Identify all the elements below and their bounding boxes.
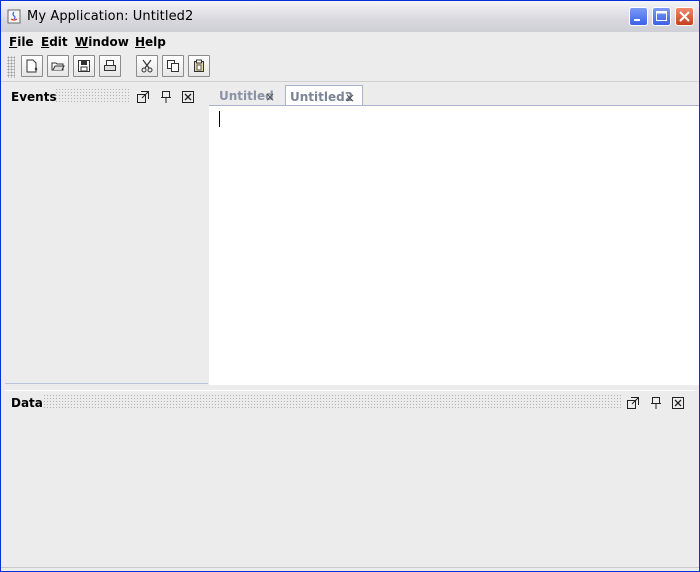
- editor-area: Untitled × Untitled2 ×: [209, 85, 699, 385]
- text-editor[interactable]: [209, 106, 699, 385]
- text-caret: [219, 111, 220, 127]
- close-icon[interactable]: [181, 89, 195, 103]
- window-title: My Application: Untitled2: [27, 9, 194, 24]
- java-app-icon: [7, 9, 21, 24]
- tab-label: Untitled2: [290, 90, 354, 104]
- copy-button[interactable]: [162, 55, 184, 77]
- events-panel-header[interactable]: Events: [5, 85, 208, 107]
- new-button[interactable]: [21, 55, 43, 77]
- open-folder-icon: [51, 62, 65, 71]
- copy-icon: [167, 60, 179, 72]
- close-icon[interactable]: [671, 395, 685, 409]
- open-button[interactable]: [47, 55, 69, 77]
- data-drag-handle[interactable]: [43, 394, 621, 410]
- maximize-button[interactable]: [652, 7, 671, 26]
- events-panel-divider: [5, 383, 208, 384]
- events-panel: Events: [5, 85, 208, 385]
- paste-button[interactable]: [188, 55, 210, 77]
- minimize-icon: [634, 19, 640, 21]
- save-icon: [78, 60, 90, 72]
- new-document-icon: [26, 59, 38, 73]
- events-drag-handle[interactable]: [55, 88, 130, 104]
- minimize-button[interactable]: [629, 7, 648, 26]
- tab-untitled[interactable]: Untitled ×: [209, 85, 285, 106]
- title-bar[interactable]: My Application: Untitled2: [1, 1, 699, 33]
- menu-file[interactable]: File: [9, 35, 34, 49]
- maximize-icon: [656, 11, 667, 21]
- toolbar: [1, 53, 699, 82]
- menu-bar: File Edit Window Help: [1, 32, 699, 53]
- pin-icon[interactable]: [649, 395, 663, 409]
- menu-help[interactable]: Help: [135, 35, 166, 49]
- print-button[interactable]: [99, 55, 121, 77]
- print-icon: [104, 60, 116, 71]
- tab-close-icon[interactable]: ×: [345, 91, 355, 105]
- toolbar-grip[interactable]: [7, 56, 15, 78]
- window-bottom-edge: [1, 567, 699, 571]
- data-panel-header[interactable]: Data: [5, 391, 695, 413]
- tab-untitled2[interactable]: Untitled2 ×: [285, 85, 363, 106]
- pin-icon[interactable]: [159, 89, 173, 103]
- close-icon: [679, 11, 690, 22]
- events-panel-title: Events: [11, 90, 57, 104]
- menu-edit[interactable]: Edit: [41, 35, 68, 49]
- close-window-button[interactable]: [675, 7, 694, 26]
- save-button[interactable]: [73, 55, 95, 77]
- paste-icon: [194, 59, 204, 72]
- menu-window[interactable]: Window: [75, 35, 129, 49]
- data-panel: Data: [5, 390, 695, 569]
- cut-icon: [141, 59, 153, 73]
- application-window: My Application: Untitled2 File Edit Wind…: [0, 0, 700, 572]
- restore-icon[interactable]: [626, 395, 640, 409]
- data-panel-title: Data: [11, 396, 43, 410]
- cut-button[interactable]: [136, 55, 158, 77]
- restore-icon[interactable]: [136, 89, 150, 103]
- tab-close-icon[interactable]: ×: [265, 90, 275, 104]
